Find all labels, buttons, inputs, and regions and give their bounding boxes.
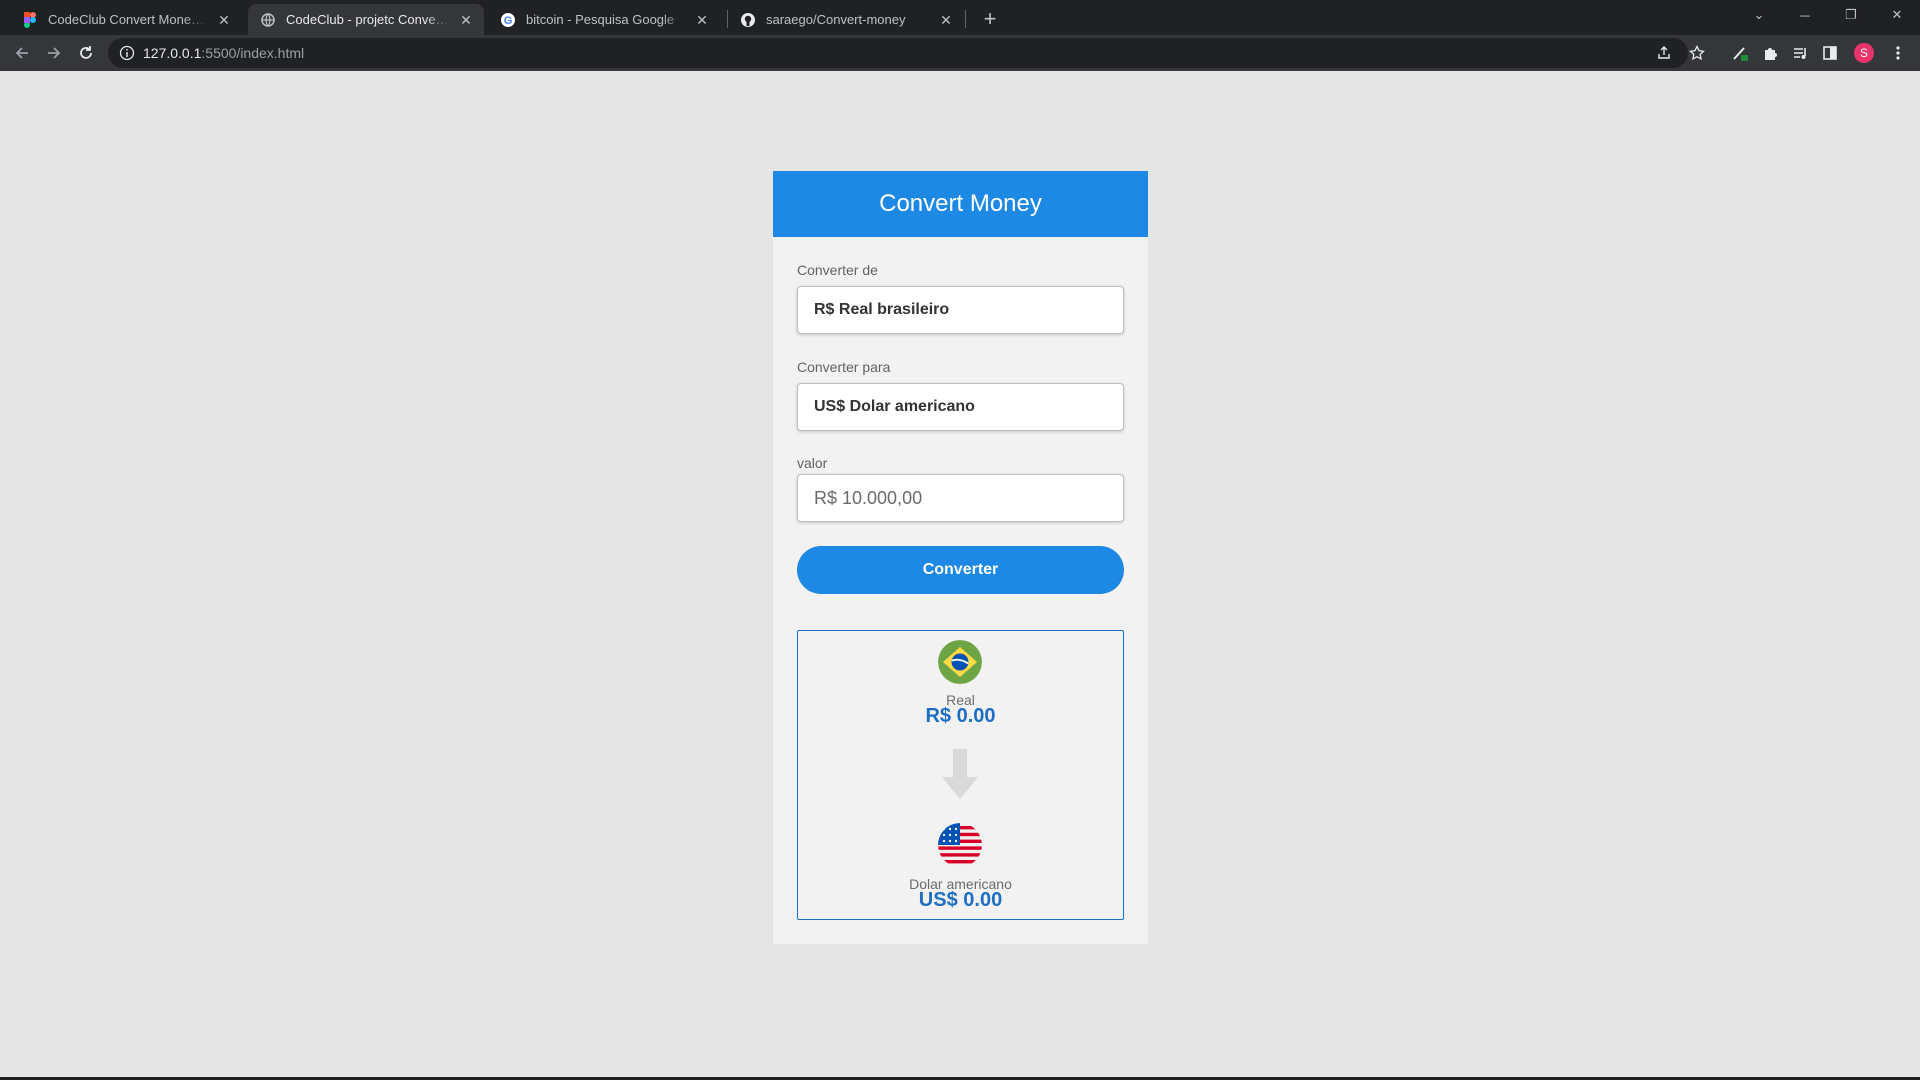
to-currency-value: US$ Dolar americano [814, 398, 975, 415]
tab-title: CodeClub Convert Money – Figma [48, 12, 208, 27]
app-title: Convert Money [773, 171, 1148, 237]
usa-flag-icon [938, 823, 982, 867]
reload-icon [80, 46, 92, 59]
arrow-down-icon [942, 749, 978, 799]
result-panel: Real R$ 0.00 Dolar americano US$ 0.00 [797, 630, 1124, 920]
converter-card: Convert Money Converter de R$ Real brasi… [773, 171, 1148, 944]
back-button[interactable] [8, 39, 36, 67]
url-path: :5500/index.html [201, 45, 305, 61]
media-control-icon[interactable] [1786, 39, 1814, 67]
profile-button[interactable]: S [1850, 39, 1878, 67]
pen-extension-icon[interactable] [1726, 39, 1754, 67]
from-currency-amount: R$ 0.00 [925, 705, 996, 727]
restore-button[interactable]: ❐ [1828, 0, 1874, 30]
close-icon[interactable]: ✕ [694, 12, 710, 28]
new-tab-button[interactable]: + [976, 6, 1004, 34]
tab-convert-money[interactable]: CodeClub - projetc Convert Money ✕ [248, 4, 484, 35]
tab-search-icon[interactable]: ⌄ [1736, 0, 1782, 30]
close-icon[interactable]: ✕ [458, 12, 474, 28]
close-window-button[interactable]: ✕ [1874, 0, 1920, 30]
tab-title: CodeClub - projetc Convert Money [286, 12, 450, 27]
star-icon[interactable] [1683, 39, 1711, 67]
close-icon[interactable]: ✕ [938, 12, 954, 28]
tab-title: saraego/Convert-money [766, 12, 906, 27]
minimize-button[interactable]: ─ [1782, 0, 1828, 30]
tab-separator [965, 10, 966, 28]
tab-google[interactable]: G bitcoin - Pesquisa Google ✕ [488, 4, 720, 35]
figma-icon [22, 11, 38, 28]
svg-text:G: G [504, 15, 513, 27]
convert-button[interactable]: Converter [797, 546, 1124, 594]
reload-button[interactable] [72, 39, 100, 67]
value-input[interactable] [797, 474, 1124, 522]
avatar: S [1854, 43, 1874, 63]
from-currency-select[interactable]: R$ Real brasileiro [797, 286, 1124, 334]
side-panel-icon[interactable] [1816, 39, 1844, 67]
to-currency-select[interactable]: US$ Dolar americano [797, 383, 1124, 431]
tab-strip: CodeClub Convert Money – Figma ✕ CodeClu… [0, 0, 1920, 35]
forward-button[interactable] [40, 39, 68, 67]
tab-github[interactable]: saraego/Convert-money ✕ [728, 4, 964, 35]
value-label: valor [797, 455, 828, 471]
brazil-flag-icon [938, 640, 982, 684]
github-icon [740, 12, 756, 28]
menu-icon[interactable] [1884, 39, 1912, 67]
tab-figma[interactable]: CodeClub Convert Money – Figma ✕ [10, 4, 242, 35]
from-label: Converter de [797, 262, 878, 278]
arrow-right-icon [48, 47, 61, 59]
address-bar[interactable]: 127.0.0.1:5500/index.html [108, 38, 1688, 68]
to-label: Converter para [797, 359, 891, 375]
share-icon[interactable] [1650, 39, 1678, 67]
close-icon[interactable]: ✕ [216, 12, 232, 28]
globe-icon [260, 12, 276, 28]
puzzle-icon[interactable] [1756, 39, 1784, 67]
arrow-left-icon [15, 47, 28, 59]
from-currency-value: R$ Real brasileiro [814, 301, 950, 318]
browser-toolbar: 127.0.0.1:5500/index.html S [0, 35, 1920, 71]
tab-title: bitcoin - Pesquisa Google [526, 12, 675, 27]
google-icon: G [500, 12, 516, 28]
to-currency-amount: US$ 0.00 [918, 889, 1003, 911]
info-icon[interactable] [119, 45, 135, 61]
url-host: 127.0.0.1 [143, 45, 202, 61]
